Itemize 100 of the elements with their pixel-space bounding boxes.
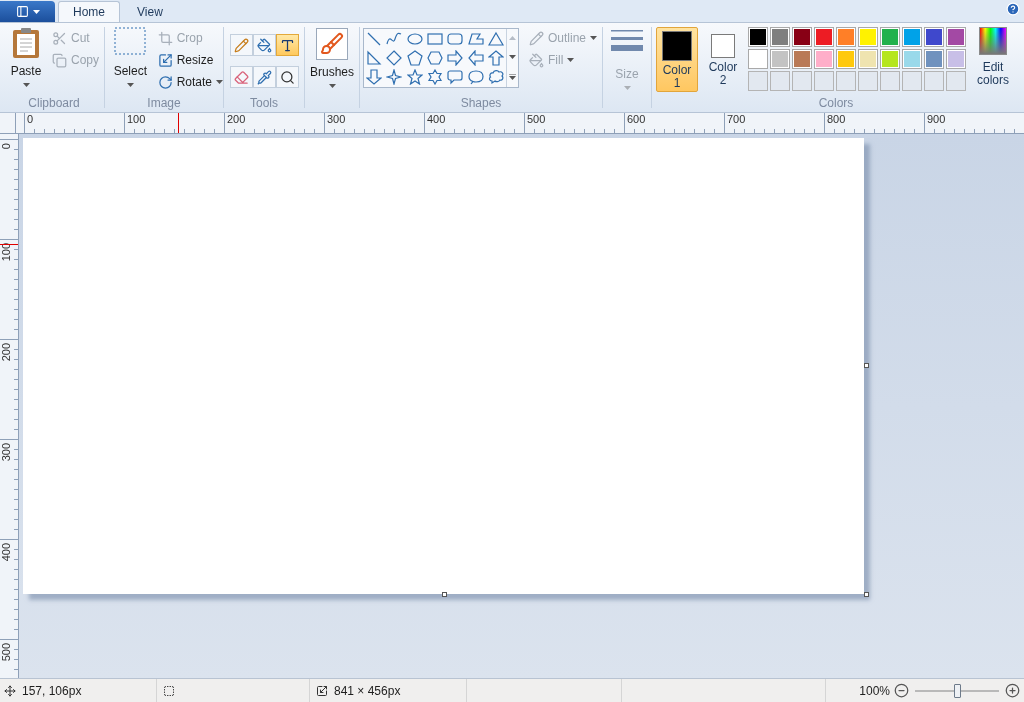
diamond-shape-icon[interactable] <box>386 50 403 66</box>
left-arrow-shape-icon[interactable] <box>467 50 484 66</box>
caret-icon <box>216 80 223 84</box>
paste-button[interactable]: Paste <box>4 27 48 97</box>
palette-swatch[interactable] <box>836 49 856 69</box>
rectangle-shape-icon[interactable] <box>427 31 443 47</box>
palette-swatch[interactable] <box>902 49 922 69</box>
color-slot-button[interactable]: Color 1 <box>656 27 698 92</box>
ruler-label: 900 <box>927 114 946 125</box>
down-arrow-shape-icon[interactable] <box>366 69 383 85</box>
palette-swatch[interactable] <box>946 49 966 69</box>
rotate-button[interactable]: Rotate <box>153 72 216 92</box>
empty-color-slot[interactable] <box>924 71 944 91</box>
cursor-position-icon <box>4 684 16 697</box>
curve-shape-icon[interactable] <box>386 31 403 47</box>
color-slot-button[interactable]: Color 2 <box>702 27 744 92</box>
palette-swatch[interactable] <box>946 27 966 47</box>
tool-button[interactable] <box>252 66 276 88</box>
resize-button[interactable]: Resize <box>153 50 223 70</box>
empty-color-slot[interactable] <box>770 71 790 91</box>
palette-swatch[interactable] <box>748 27 768 47</box>
hexagon-shape-icon[interactable] <box>427 50 443 66</box>
crop-icon <box>157 30 173 46</box>
palette-swatch[interactable] <box>792 49 812 69</box>
brushes-button[interactable]: Brushes <box>310 23 354 88</box>
palette-swatch[interactable] <box>770 27 790 47</box>
palette-swatch[interactable] <box>836 27 856 47</box>
pencil-icon <box>233 37 249 53</box>
image-size: 841 × 456px <box>334 682 401 700</box>
polygon-shape-icon[interactable] <box>467 31 484 47</box>
palette-swatch[interactable] <box>902 27 922 47</box>
resize-handle[interactable] <box>442 592 447 597</box>
ruler-label: 600 <box>627 114 646 125</box>
empty-color-slot[interactable] <box>858 71 878 91</box>
four-point-star-shape-icon[interactable] <box>386 69 403 85</box>
ruler-label: 0 <box>1 143 12 150</box>
line-shape-icon[interactable] <box>366 31 383 47</box>
palette-swatch[interactable] <box>858 49 878 69</box>
right-arrow-shape-icon[interactable] <box>447 50 464 66</box>
palette-swatch[interactable] <box>748 49 768 69</box>
ruler-label: 200 <box>1 343 12 362</box>
oval-shape-icon[interactable] <box>406 31 423 47</box>
empty-color-slot[interactable] <box>792 71 812 91</box>
rotate-icon <box>157 74 173 90</box>
resize-icon <box>157 52 173 68</box>
ribbon-tab[interactable]: Home <box>58 1 120 22</box>
palette-swatch[interactable] <box>924 49 944 69</box>
help-icon[interactable] <box>1006 2 1020 16</box>
empty-color-slot[interactable] <box>836 71 856 91</box>
resize-handle[interactable] <box>864 363 869 368</box>
cursor-position: 157, 106px <box>22 682 82 700</box>
ribbon-tab[interactable]: View <box>123 1 177 22</box>
ruler-label: 300 <box>1 443 12 462</box>
cloud-callout-shape-icon[interactable] <box>487 69 504 85</box>
caret-icon <box>32 9 40 14</box>
empty-color-slot[interactable] <box>902 71 922 91</box>
empty-color-slot[interactable] <box>748 71 768 91</box>
magnifier-icon <box>279 69 295 85</box>
palette-swatch[interactable] <box>880 49 900 69</box>
palette-swatch[interactable] <box>814 49 834 69</box>
zoom-out-icon[interactable] <box>894 683 909 698</box>
up-arrow-shape-icon[interactable] <box>487 50 504 66</box>
empty-color-slot[interactable] <box>814 71 834 91</box>
group-label: Shapes <box>459 97 503 112</box>
rounded-callout-shape-icon[interactable] <box>447 69 464 85</box>
tool-button[interactable] <box>252 34 276 56</box>
right-triangle-shape-icon[interactable] <box>366 50 383 66</box>
palette-swatch[interactable] <box>924 27 944 47</box>
palette-swatch[interactable] <box>770 49 790 69</box>
six-point-star-shape-icon[interactable] <box>427 69 443 85</box>
palette-swatch[interactable] <box>880 27 900 47</box>
edit-colors-button[interactable]: Edit colors <box>972 27 1014 97</box>
resize-handle[interactable] <box>864 592 869 597</box>
rounded-rectangle-shape-icon[interactable] <box>447 31 464 47</box>
five-point-star-shape-icon[interactable] <box>406 69 423 85</box>
paint-bucket-icon <box>256 37 272 53</box>
group-label: Colors <box>817 97 855 112</box>
copy-icon <box>52 52 67 68</box>
palette-swatch[interactable] <box>858 27 878 47</box>
app-menu-button[interactable] <box>0 1 55 22</box>
more-shapes-icon[interactable] <box>509 73 516 80</box>
tool-button[interactable] <box>275 34 299 56</box>
ruler-label: 400 <box>1 543 12 562</box>
pentagon-shape-icon[interactable] <box>406 50 423 66</box>
zoom-in-icon[interactable] <box>1005 683 1020 698</box>
empty-color-slot[interactable] <box>880 71 900 91</box>
ruler-label: 500 <box>527 114 546 125</box>
palette-swatch[interactable] <box>814 27 834 47</box>
group-label: Image <box>146 97 182 112</box>
tool-button[interactable] <box>275 66 299 88</box>
empty-color-slot[interactable] <box>946 71 966 91</box>
select-button[interactable]: Select <box>109 27 152 97</box>
clipboard-icon <box>12 27 40 59</box>
zoom-slider[interactable] <box>915 683 999 698</box>
caret-icon <box>509 55 516 59</box>
palette-swatch[interactable] <box>792 27 812 47</box>
oval-callout-shape-icon[interactable] <box>467 69 484 85</box>
triangle-shape-icon[interactable] <box>487 31 504 47</box>
ruler-label: 800 <box>827 114 846 125</box>
fill-icon <box>529 52 544 68</box>
